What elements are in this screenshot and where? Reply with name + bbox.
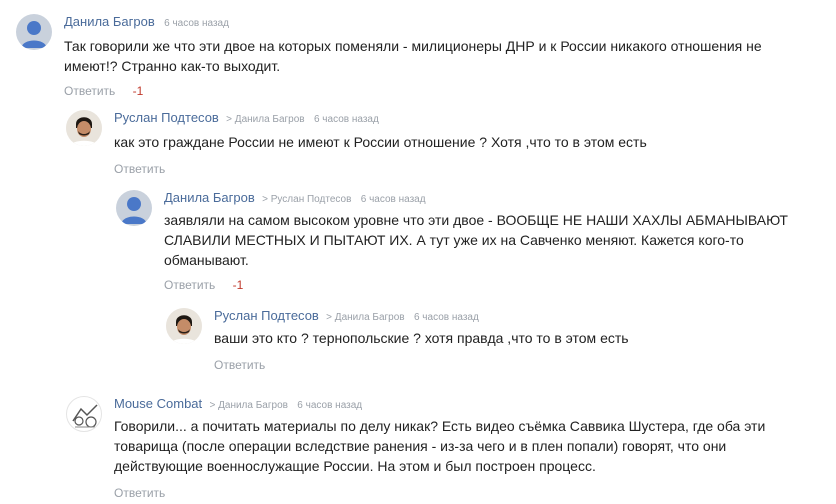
- comment-time: 6 часов назад: [313, 114, 379, 125]
- comment-text-line: Говорили... а почитать материалы по делу…: [114, 418, 766, 434]
- comment-time: 6 часов назад: [164, 18, 229, 29]
- reply-to-link[interactable]: > Данила Багров: [226, 114, 304, 125]
- reply-button[interactable]: Ответить: [114, 486, 165, 500]
- reply-to-link[interactable]: > Руслан Подтесов: [262, 194, 351, 205]
- reply-button[interactable]: Ответить: [164, 278, 215, 292]
- sketch-avatar-icon[interactable]: [66, 396, 102, 432]
- comment-author[interactable]: Руслан Подтесов: [114, 110, 219, 125]
- reply-button[interactable]: Ответить: [214, 358, 265, 372]
- user-photo-icon[interactable]: [66, 110, 102, 146]
- vote-count: -1: [232, 278, 244, 292]
- comment-time: 6 часов назад: [360, 194, 426, 205]
- comment-text-line: ваши это кто ? тернопольские ? хотя прав…: [214, 330, 629, 346]
- vote-count: -1: [132, 84, 144, 98]
- comment-text-line: товарища (после операции вследствие ране…: [114, 438, 727, 454]
- comment-text-line: имеют!? Странно как-то выходит.: [64, 58, 281, 74]
- comment-time: 6 часов назад: [297, 400, 363, 411]
- comment-author[interactable]: Данила Багров: [64, 14, 155, 29]
- comment-text-line: обманывают.: [164, 252, 249, 268]
- comment-text-line: СЛАВИЛИ МЕСТНЫХ И ПЫТАЮТ ИХ. А тут уже и…: [164, 232, 744, 248]
- reply-to-link[interactable]: > Данила Багров: [326, 312, 404, 323]
- reply-button[interactable]: Ответить: [64, 84, 115, 98]
- comment-text-line: действующие военнослужащие России. На эт…: [114, 458, 596, 474]
- comment-text-line: заявляли на самом высоком уровне что эти…: [164, 212, 788, 228]
- comment-time: 6 часов назад: [413, 312, 479, 323]
- reply-button[interactable]: Ответить: [114, 162, 165, 176]
- comment-author[interactable]: Данила Багров: [164, 190, 255, 205]
- comment-text-line: Так говорили же что эти двое на которых …: [64, 38, 762, 54]
- comment-author[interactable]: Руслан Подтесов: [214, 308, 319, 323]
- user-photo-icon[interactable]: [166, 308, 202, 344]
- comment-author[interactable]: Mouse Combat: [114, 396, 202, 411]
- reply-to-link[interactable]: > Данила Багров: [210, 400, 288, 411]
- comment-text-line: как это граждане России не имеют к Росси…: [114, 134, 647, 150]
- default-user-icon[interactable]: [116, 190, 152, 226]
- default-user-icon[interactable]: [16, 14, 52, 50]
